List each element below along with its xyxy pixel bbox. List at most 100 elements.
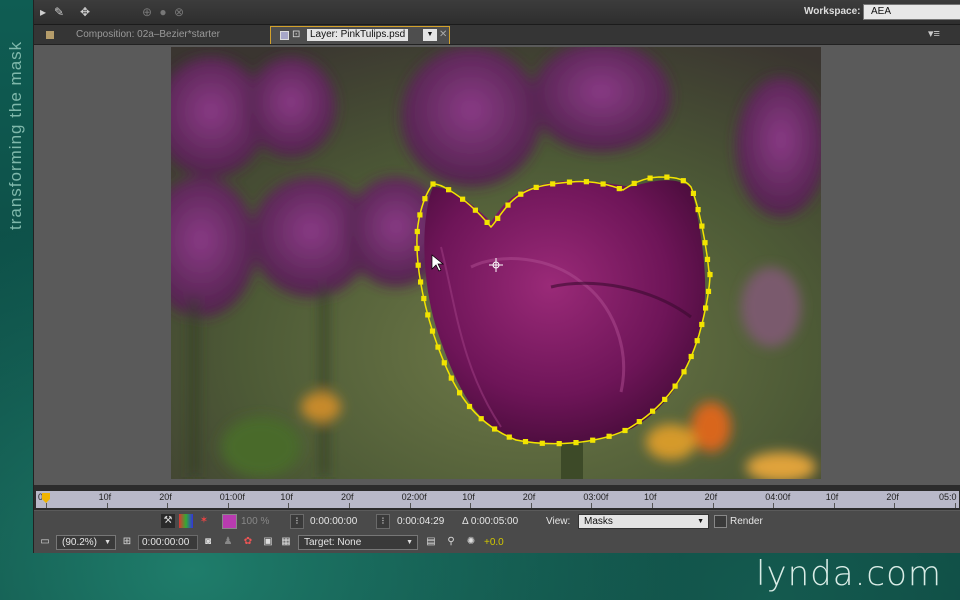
mask-vertex[interactable] [415, 262, 421, 268]
show-snapshot-icon[interactable]: ♟ [221, 535, 235, 549]
out-point-time[interactable]: 0:00:04:29 [397, 516, 444, 527]
mask-vertex[interactable] [448, 375, 454, 381]
mask-vertex[interactable] [688, 353, 694, 360]
workspace-select[interactable]: AEA [863, 4, 960, 20]
mask-vertex[interactable] [484, 219, 490, 225]
mask-vertex[interactable] [681, 369, 687, 375]
exposure-icon[interactable]: ✺ [464, 535, 478, 549]
mask-vertex[interactable] [566, 179, 573, 185]
mask-color-swatch[interactable] [222, 514, 237, 529]
mask-vertex[interactable] [518, 191, 524, 197]
mask-vertex[interactable] [414, 228, 420, 235]
mask-vertex[interactable] [425, 312, 431, 318]
mask-vertex[interactable] [705, 288, 712, 294]
mask-vertex[interactable] [441, 360, 447, 366]
mask-vertex[interactable] [616, 186, 622, 192]
mask-vertex[interactable] [704, 256, 711, 262]
time-ruler[interactable]: 0f 10f 20f 01:00f 10f 20f 02:00f 10f 20f 03:00f 10… [34, 485, 960, 510]
set-out-point-icon[interactable]: ⁝ [376, 514, 390, 529]
tab-composition[interactable]: Composition: 02a–Bezier*starter [40, 27, 264, 43]
title-action-safe-icon[interactable]: ⊞ [120, 535, 134, 549]
opacity-value[interactable]: 100 % [241, 516, 269, 527]
target-select[interactable]: Target: None ▼ [298, 535, 418, 550]
mask-vertex[interactable] [466, 403, 473, 410]
in-point-time[interactable]: 0:00:00:00 [310, 516, 357, 527]
mask-vertex[interactable] [647, 175, 653, 181]
layer-menu-icon[interactable]: ▼ [423, 29, 437, 41]
mask-vertex[interactable] [550, 181, 556, 187]
zoom-select[interactable]: (90.2%) ▼ [56, 535, 116, 550]
motion-icon[interactable]: ⚒ [161, 514, 175, 528]
mask-vertex[interactable] [522, 439, 529, 445]
view-select[interactable]: Masks ▼ [578, 514, 709, 529]
mask-vertex[interactable] [457, 390, 463, 396]
mask-vertex[interactable] [703, 305, 709, 311]
pen-tool-icon[interactable]: ✎ [50, 3, 68, 21]
mask-vertex[interactable] [636, 419, 642, 425]
mask-vertex[interactable] [435, 344, 441, 350]
mask-vertex[interactable] [495, 215, 501, 221]
fast-previews-icon[interactable]: ▤ [424, 535, 438, 549]
close-icon[interactable]: ✕ [439, 29, 447, 40]
mask-vertex[interactable] [699, 321, 705, 328]
region-of-interest-icon[interactable]: ▣ [261, 535, 275, 549]
mask-vertex[interactable] [680, 178, 686, 184]
always-preview-icon[interactable]: ▭ [38, 535, 52, 549]
mask-vertex[interactable] [478, 416, 484, 422]
mask-vertex[interactable] [418, 279, 424, 285]
lock-icon[interactable]: ⊡ [292, 29, 300, 40]
mask-vertex[interactable] [414, 245, 420, 251]
ruler-label: 20f [704, 492, 718, 502]
mask-vertex[interactable] [533, 184, 539, 190]
mask-vertex[interactable] [539, 440, 545, 446]
mask-vertex[interactable] [690, 190, 696, 196]
render-checkbox[interactable] [714, 515, 727, 528]
current-time-display[interactable]: 0:00:00:00 [138, 535, 198, 550]
snapshot-icon[interactable]: ◙ [201, 535, 215, 549]
color-channels-icon[interactable] [179, 514, 193, 528]
mask-vertex[interactable] [573, 440, 579, 446]
mask-vertex[interactable] [631, 180, 637, 186]
mask-vertex[interactable] [699, 223, 705, 229]
snap-icon[interactable]: ⚲ [444, 535, 458, 549]
mask-vertex[interactable] [695, 207, 701, 213]
mask-vertex[interactable] [472, 207, 478, 213]
mask-vertex[interactable] [650, 408, 656, 414]
mask-vertex[interactable] [622, 427, 628, 434]
exposure-value[interactable]: +0.0 [484, 537, 504, 548]
mask-vertex[interactable] [600, 181, 606, 187]
mask-vertex[interactable] [556, 441, 562, 447]
color-channels-icon[interactable]: ✿ [241, 535, 255, 549]
mask-vertex[interactable] [417, 212, 423, 218]
mask-vertex[interactable] [506, 434, 512, 440]
mask-vertex[interactable] [583, 179, 589, 185]
mask-vertex[interactable] [421, 295, 427, 302]
view-axis-icon[interactable]: ⊗ [170, 3, 188, 21]
mask-vertex[interactable] [664, 174, 670, 180]
mask-vertex[interactable] [422, 196, 428, 202]
mask-vertex[interactable] [429, 328, 436, 334]
set-in-point-icon[interactable]: ⁝ [290, 514, 304, 529]
mask-vertex[interactable] [505, 202, 511, 208]
mask-vertex[interactable] [492, 426, 498, 432]
mask-vertex[interactable] [672, 383, 678, 389]
zoom-value: (90.2%) [62, 537, 98, 548]
mask-vertex[interactable] [430, 181, 436, 187]
mask-vertex[interactable] [702, 240, 708, 246]
wireframe-icon[interactable]: ✶ [197, 514, 211, 528]
mask-vertex[interactable] [662, 396, 668, 402]
mask-vertex[interactable] [694, 338, 700, 344]
panel-menu-icon[interactable]: ▾≡ [928, 27, 940, 40]
viewer-tab-bar: Composition: 02a–Bezier*starter ⊡ Layer:… [34, 25, 960, 45]
toggle-transparency-grid-icon[interactable]: ▦ [279, 535, 293, 549]
mask-vertex[interactable] [590, 437, 596, 443]
mask-vertex[interactable] [707, 272, 713, 278]
ruler-bar[interactable]: 0f 10f 20f 01:00f 10f 20f 02:00f 10f 20f 03:00f 10… [36, 491, 959, 508]
mask-vertex[interactable] [606, 433, 612, 439]
puppet-tool-icon[interactable]: ✥ [76, 3, 94, 21]
mask-vertex[interactable] [460, 196, 466, 202]
tab-layer[interactable]: ⊡ Layer: PinkTulips.psd ▼ [270, 26, 450, 44]
layer-viewer[interactable] [34, 45, 960, 485]
mask-vertex[interactable] [446, 187, 452, 193]
layer-image[interactable] [171, 47, 821, 479]
